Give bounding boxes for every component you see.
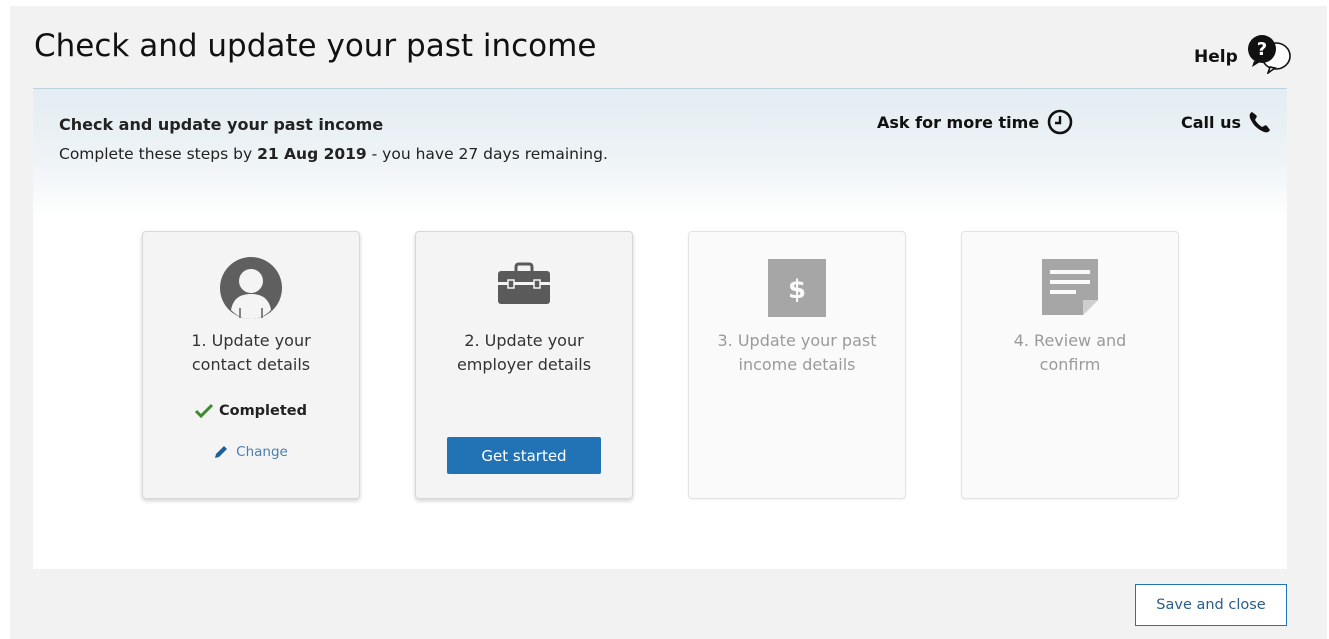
steps-panel: Check and update your past income Comple… bbox=[33, 88, 1287, 569]
due-date: 21 Aug 2019 bbox=[257, 145, 367, 163]
step-label-line1: 1. Update your bbox=[191, 331, 311, 350]
page: Check and update your past income Help ?… bbox=[10, 6, 1327, 639]
completed-status: Completed bbox=[143, 403, 359, 419]
step-label: 2. Update your employer details bbox=[416, 329, 632, 377]
step-label-line2: employer details bbox=[456, 355, 592, 374]
help-label: Help bbox=[1194, 46, 1238, 67]
help-icon: ? bbox=[1240, 34, 1292, 79]
completed-label: Completed bbox=[218, 403, 308, 419]
step-label-line1: 4. Review and bbox=[1013, 331, 1127, 350]
change-label: Change bbox=[236, 444, 288, 460]
panel-subtitle: Complete these steps by 21 Aug 2019 - yo… bbox=[59, 145, 608, 163]
svg-text:?: ? bbox=[1257, 39, 1267, 60]
step-card-employer-details: 2. Update your employer details Get star… bbox=[415, 231, 633, 499]
step-label-line2: contact details bbox=[191, 355, 311, 374]
step-card-income-details: $ 3. Update your past income details bbox=[688, 231, 906, 499]
call-us-link[interactable]: Call us bbox=[1181, 109, 1273, 135]
step-card-review-confirm: 4. Review and confirm bbox=[961, 231, 1179, 499]
get-started-button[interactable]: Get started bbox=[447, 437, 601, 474]
call-us-label: Call us bbox=[1181, 112, 1241, 132]
help-link[interactable]: Help ? bbox=[1194, 34, 1292, 79]
checkmark-icon bbox=[194, 403, 213, 419]
pencil-icon bbox=[215, 446, 228, 458]
panel-title: Check and update your past income bbox=[59, 115, 384, 134]
step-card-contact-details: 1. Update your contact details Completed… bbox=[142, 231, 360, 499]
subtitle-prefix: Complete these steps by bbox=[59, 145, 258, 163]
ask-more-time-label: Ask for more time bbox=[877, 112, 1040, 132]
save-and-close-button[interactable]: Save and close bbox=[1135, 584, 1287, 626]
step-label: 3. Update your past income details bbox=[689, 329, 905, 377]
step-label-line2: income details bbox=[738, 355, 856, 374]
change-link[interactable]: Change bbox=[143, 444, 359, 460]
step-label-line1: 3. Update your past bbox=[717, 331, 877, 350]
person-icon bbox=[220, 257, 282, 319]
step-label: 4. Review and confirm bbox=[962, 329, 1178, 377]
clock-icon bbox=[1047, 109, 1073, 135]
svg-text:$: $ bbox=[788, 275, 806, 305]
page-title: Check and update your past income bbox=[34, 28, 597, 64]
subtitle-suffix: - you have 27 days remaining. bbox=[366, 145, 608, 163]
document-icon bbox=[1042, 259, 1098, 315]
briefcase-icon bbox=[498, 262, 550, 304]
dollar-icon: $ bbox=[768, 259, 826, 317]
step-label-line2: confirm bbox=[1039, 355, 1101, 374]
step-label-line1: 2. Update your bbox=[464, 331, 584, 350]
phone-icon bbox=[1249, 112, 1270, 133]
ask-more-time-link[interactable]: Ask for more time bbox=[877, 109, 1073, 135]
step-label: 1. Update your contact details bbox=[143, 329, 359, 377]
